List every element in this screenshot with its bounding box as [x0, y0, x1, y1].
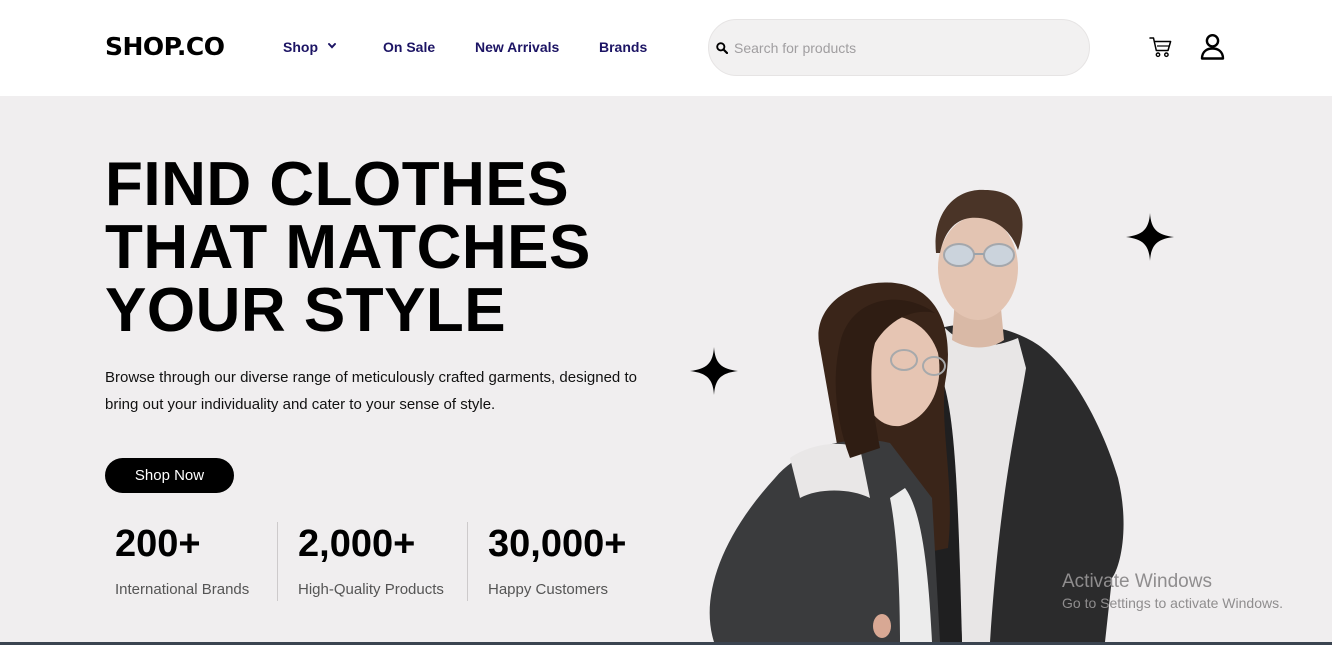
search-icon [716, 42, 728, 54]
nav-shop[interactable]: Shop [283, 39, 318, 55]
headline-line-3: YOUR STYLE [105, 276, 507, 345]
site-header: SHOP.CO Shop On Sale New Arrivals Brands [0, 0, 1332, 96]
headline-line-2: THAT MATCHES [105, 213, 591, 282]
hero-models-image [709, 189, 1124, 642]
stat-value: 2,000+ [298, 523, 416, 565]
stat-divider [277, 522, 278, 601]
stat-label: Happy Customers [488, 581, 609, 598]
stat-products: 2,000+ High-Quality Products [298, 524, 444, 599]
stat-label: High-Quality Products [298, 581, 444, 598]
stat-label: International Brands [115, 581, 250, 598]
stat-divider [467, 522, 468, 601]
stat-brands: 200+ International Brands [115, 524, 249, 599]
hero-headline: FIND CLOTHES THAT MATCHES YOUR STYLE [105, 153, 665, 342]
user-icon[interactable] [1200, 33, 1225, 60]
stat-customers: 30,000+ Happy Customers [488, 524, 626, 599]
nav-on-sale[interactable]: On Sale [383, 39, 435, 55]
search-bar[interactable] [708, 19, 1090, 76]
headline-line-1: FIND CLOTHES [105, 150, 570, 219]
stat-value: 30,000+ [488, 523, 627, 565]
shop-now-button[interactable]: Shop Now [105, 458, 234, 493]
nav-brands[interactable]: Brands [599, 39, 647, 55]
cart-icon[interactable] [1149, 36, 1173, 58]
description-line-2: bring out your individuality and cater t… [105, 396, 496, 413]
nav-new-arrivals[interactable]: New Arrivals [475, 39, 559, 55]
hero-section: FIND CLOTHES THAT MATCHES YOUR STYLE Bro… [0, 96, 1332, 642]
hero-description: Browse through our diverse range of meti… [105, 364, 665, 418]
search-input[interactable] [734, 34, 1074, 62]
site-logo[interactable]: SHOP.CO [105, 32, 225, 62]
stat-value: 200+ [115, 523, 201, 565]
description-line-1: Browse through our diverse range of meti… [105, 369, 637, 386]
chevron-down-icon[interactable] [327, 41, 337, 51]
